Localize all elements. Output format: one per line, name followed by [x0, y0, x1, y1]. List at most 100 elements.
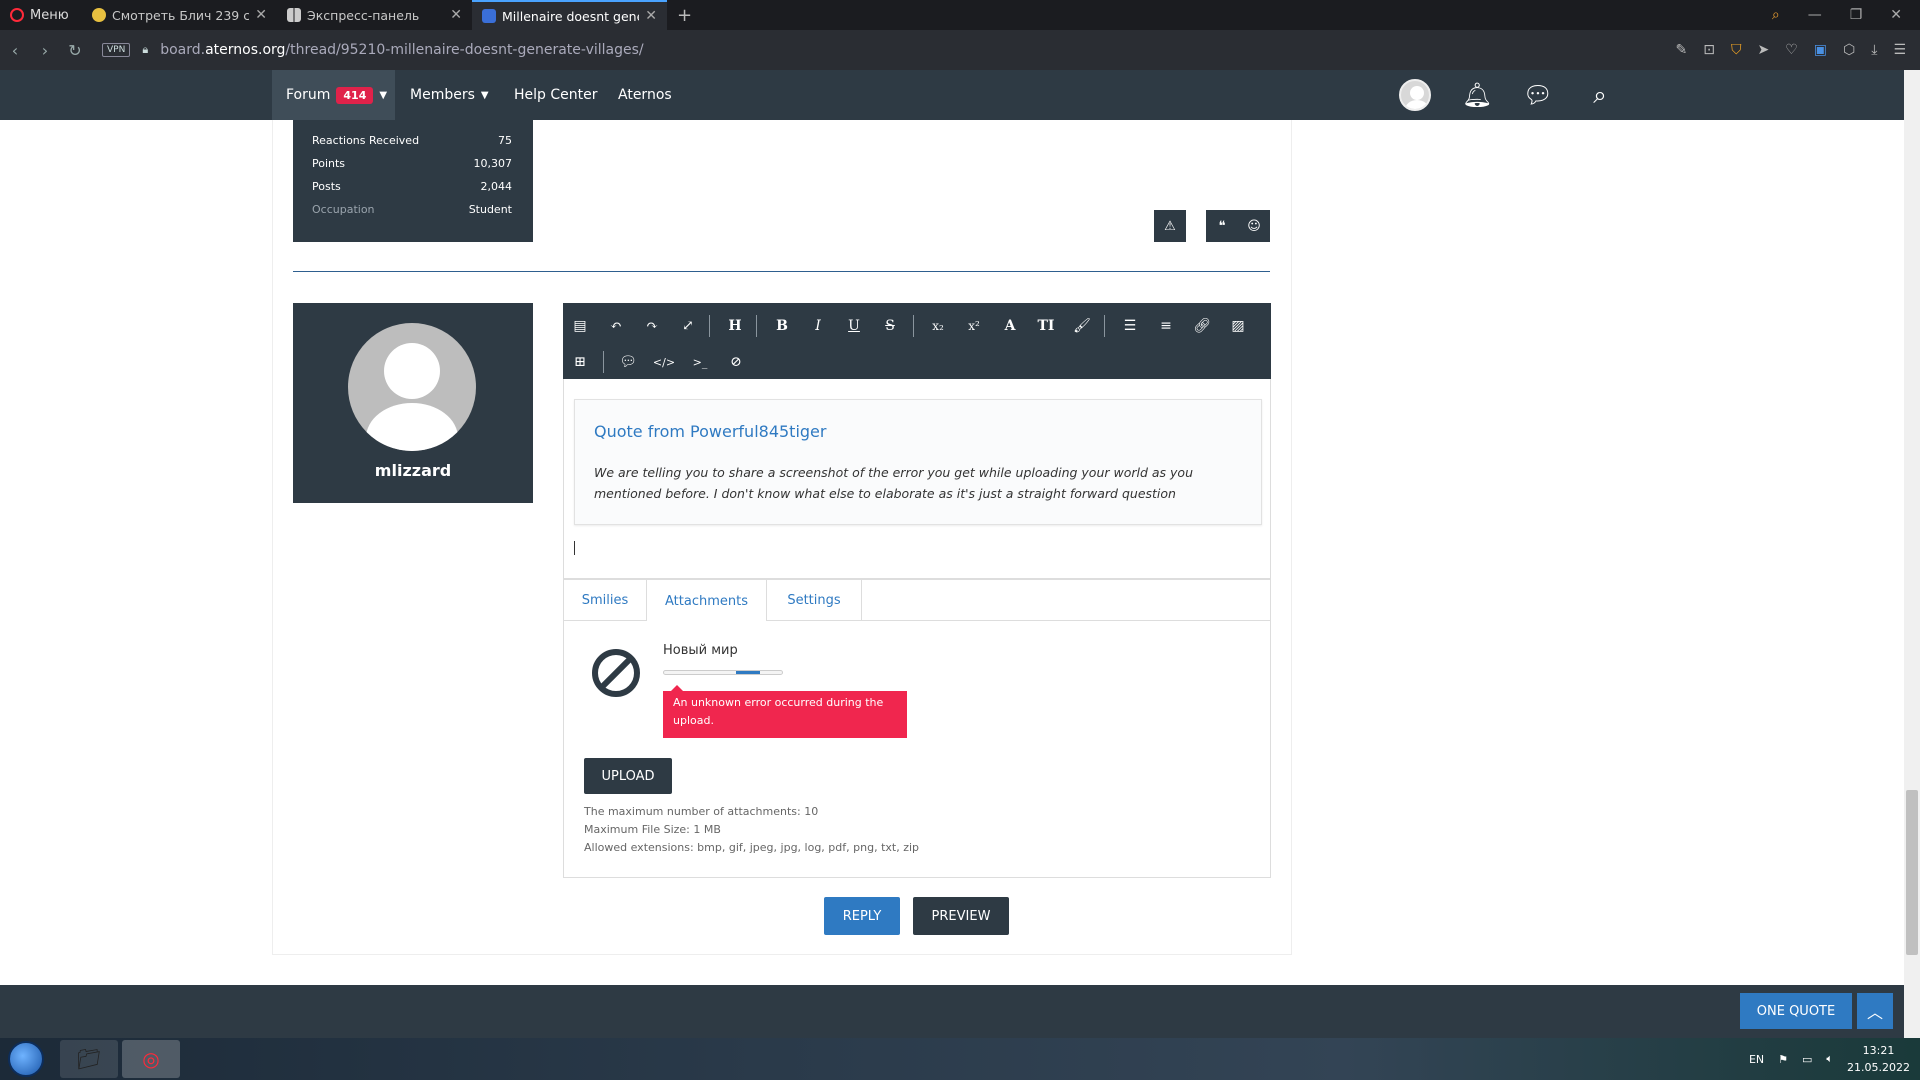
spoiler-eye-icon[interactable]: ⊘ [724, 350, 748, 374]
box-icon[interactable]: ⬡ [1843, 42, 1855, 58]
brush-icon[interactable]: 🖌︎ [1070, 314, 1094, 338]
post-divider [293, 271, 1270, 272]
avatar[interactable] [348, 323, 476, 451]
url-prefix: board. [160, 42, 206, 58]
table-icon[interactable]: ⊞ [568, 350, 592, 374]
italic-button[interactable]: I [806, 314, 830, 338]
quote-button[interactable]: ❝ [1206, 210, 1238, 242]
nav-aternos[interactable]: Aternos [604, 70, 686, 120]
explorer-taskbar-icon[interactable]: 📁︎ [60, 1040, 118, 1078]
send-icon[interactable]: ➤ [1757, 42, 1769, 58]
strikethrough-button[interactable]: S [878, 314, 902, 338]
reply-button[interactable]: REPLY [824, 897, 900, 935]
vpn-badge[interactable]: VPN [102, 43, 131, 57]
nav-help-center[interactable]: Help Center [500, 70, 612, 120]
search-icon[interactable]: ⌕ [1580, 70, 1620, 120]
reload-icon[interactable]: ↻ [60, 41, 90, 60]
scrollbar-thumb[interactable] [1906, 790, 1918, 955]
preview-button[interactable]: PREVIEW [913, 897, 1009, 935]
restore-icon[interactable]: ❐ [1850, 7, 1863, 23]
url-field[interactable]: board.aternos.org/thread/95210-millenair… [160, 42, 643, 58]
redo-icon[interactable]: ↷ [640, 314, 664, 338]
heart-icon[interactable]: ♡ [1785, 42, 1798, 58]
stat-value: Student [468, 203, 512, 216]
network-icon[interactable]: ▭ [1802, 1053, 1812, 1066]
volume-icon[interactable]: 🔈︎ [1826, 1052, 1833, 1066]
upload-progress-bar [663, 670, 783, 675]
close-tab-icon[interactable]: ✕ [255, 7, 267, 23]
back-icon[interactable]: ‹ [0, 41, 30, 60]
link-icon[interactable]: 🔗︎ [1190, 314, 1214, 338]
browser-tab-active[interactable]: Millenaire doesnt generate ✕ [472, 0, 667, 30]
forward-icon[interactable]: › [30, 41, 60, 60]
subscript-button[interactable]: x₂ [926, 314, 950, 338]
flag-icon[interactable]: ⚑ [1778, 1053, 1788, 1066]
fullscreen-icon[interactable]: ⤢ [676, 314, 700, 338]
clock[interactable]: 13:21 21.05.2022 [1847, 1042, 1910, 1076]
avatar [1399, 79, 1431, 111]
opera-taskbar-icon[interactable]: ◎ [122, 1040, 180, 1078]
inline-code-icon[interactable]: >_ [688, 350, 712, 374]
nav-forum[interactable]: Forum 414 ▼ [272, 70, 395, 120]
conversations-icon[interactable]: 💬︎ [1518, 70, 1558, 120]
list-icon[interactable]: ☰ [1118, 314, 1142, 338]
language-indicator[interactable]: EN [1749, 1053, 1764, 1066]
browser-tab-bar: Меню Смотреть Блич 239 серия ✕ Экспресс-… [0, 0, 1920, 30]
code-icon[interactable]: </> [652, 350, 676, 374]
close-tab-icon[interactable]: ✕ [450, 7, 462, 23]
shield-icon[interactable]: ⛉ [1731, 42, 1742, 58]
tab-attachments[interactable]: Attachments [646, 580, 767, 622]
chevron-down-icon: ▼ [480, 89, 489, 101]
react-button[interactable]: ☺ [1238, 210, 1270, 242]
minimize-icon[interactable]: — [1808, 7, 1822, 23]
one-quote-button[interactable]: ONE QUOTE [1740, 993, 1852, 1029]
stat-row: Posts 2,044 [312, 180, 512, 193]
scroll-to-top-button[interactable]: ︿ [1857, 993, 1893, 1029]
system-tray: EN ⚑ ▭ 🔈︎ 13:21 21.05.2022 [1749, 1038, 1910, 1080]
report-button[interactable]: ⚠ [1154, 210, 1186, 242]
page-footer [0, 985, 1904, 1038]
bold-button[interactable]: B [770, 314, 794, 338]
browser-tab[interactable]: Экспресс-панель ✕ [277, 0, 472, 30]
text-caret [574, 541, 575, 555]
source-code-icon[interactable]: ▤ [568, 314, 592, 338]
quote-block: Quote from Powerful845tiger We are telli… [574, 399, 1262, 525]
browser-tab[interactable]: Смотреть Блич 239 серия ✕ [82, 0, 277, 30]
font-size-button[interactable]: TI [1034, 314, 1058, 338]
user-stats-panel: Reactions Received 75 Points 10,307 Posts 2… [293, 120, 533, 242]
superscript-button[interactable]: x² [962, 314, 986, 338]
search-tabs-icon[interactable]: ⌕ [1772, 7, 1780, 23]
clock-date: 21.05.2022 [1847, 1061, 1910, 1074]
opera-menu-button[interactable]: Меню [0, 0, 82, 30]
settings-menu-icon[interactable]: ☰ [1893, 42, 1906, 58]
message-editor[interactable]: Quote from Powerful845tiger We are telli… [563, 379, 1271, 579]
smiley-icon: ☺ [1247, 218, 1261, 234]
image-icon[interactable]: ▨ [1226, 314, 1250, 338]
new-tab-button[interactable]: + [667, 5, 702, 26]
heading-button[interactable]: H [723, 314, 747, 338]
start-button[interactable] [8, 1041, 44, 1077]
camera-icon[interactable]: ⊡ [1703, 42, 1715, 58]
speech-bubble-icon[interactable]: 💬︎ [616, 350, 640, 374]
notifications-bell-icon[interactable]: 🔔︎ [1457, 70, 1497, 120]
tab-smilies[interactable]: Smilies [564, 580, 646, 620]
undo-icon[interactable]: ↶ [604, 314, 628, 338]
user-avatar-button[interactable] [1395, 70, 1435, 120]
align-icon[interactable]: ≡ [1154, 314, 1178, 338]
underline-button[interactable]: U [842, 314, 866, 338]
url-path: /thread/95210-millenaire-doesnt-generate… [285, 42, 644, 58]
quote-title[interactable]: Quote from Powerful845tiger [594, 422, 826, 441]
download-icon[interactable]: ⤓ [1871, 42, 1877, 58]
translate-icon[interactable]: ▣ [1814, 42, 1827, 58]
tab-settings[interactable]: Settings [767, 580, 862, 620]
attachment-limits: The maximum number of attachments: 10 Ma… [584, 803, 919, 857]
nav-members[interactable]: Members ▼ [396, 70, 503, 120]
font-family-button[interactable]: A [998, 314, 1022, 338]
close-tab-icon[interactable]: ✕ [645, 8, 657, 24]
stat-key: Points [312, 157, 346, 170]
upload-button[interactable]: UPLOAD [584, 758, 672, 794]
edit-icon[interactable]: ✎ [1676, 42, 1688, 58]
lock-icon[interactable]: 🔒︎ [142, 43, 148, 57]
close-window-icon[interactable]: ✕ [1890, 7, 1902, 23]
username[interactable]: mlizzard [293, 461, 533, 480]
